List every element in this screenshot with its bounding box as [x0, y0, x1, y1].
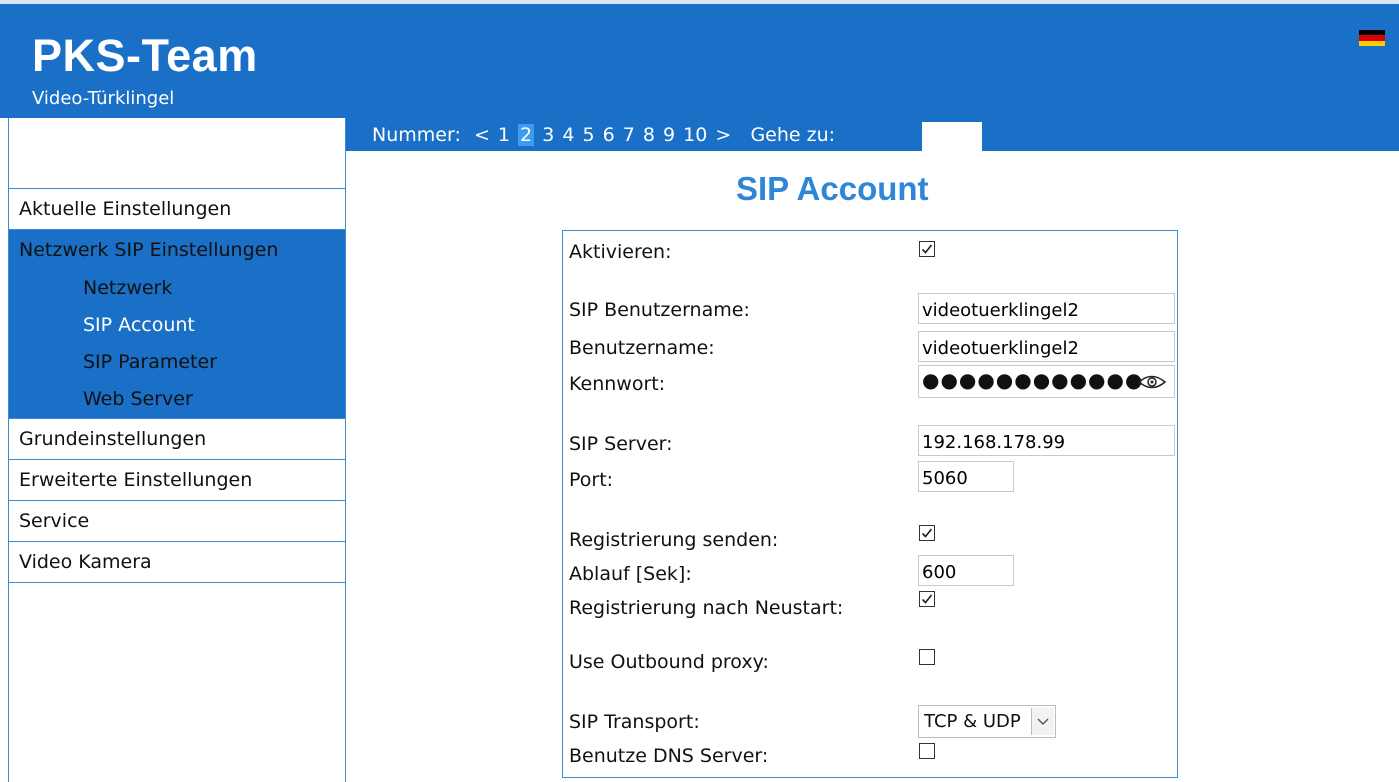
sidebar-item-aktuelle-einstellungen[interactable]: Aktuelle Einstellungen — [9, 189, 345, 230]
number-nav-bar: Nummer: < 1 2 3 4 5 6 7 8 9 10 > Gehe zu… — [346, 118, 1399, 151]
sidebar-subitem-sip-account[interactable]: SIP Account — [9, 307, 345, 344]
sidebar-item-netzwerk-sip-einstellungen[interactable]: Netzwerk SIP Einstellungen — [9, 230, 345, 270]
app-title: PKS-Team — [32, 30, 258, 81]
outbound-proxy-label: Use Outbound proxy: — [569, 651, 769, 673]
expiry-input[interactable] — [918, 555, 1014, 586]
register-after-restart-label: Registrierung nach Neustart: — [569, 597, 844, 619]
outbound-proxy-checkbox[interactable] — [919, 649, 935, 665]
sidebar-subitem-web-server[interactable]: Web Server — [9, 381, 345, 418]
nummer-label: Nummer: — [372, 124, 461, 146]
password-label: Kennwort: — [569, 373, 666, 395]
send-registration-checkbox[interactable] — [919, 525, 935, 541]
send-registration-label: Registrierung senden: — [569, 529, 779, 551]
expiry-label: Ablauf [Sek]: — [569, 563, 692, 585]
sidebar-subitem-netzwerk[interactable]: Netzwerk — [9, 270, 345, 307]
password-dots: ●●●●●●●●●●●● — [922, 368, 1144, 392]
aktivieren-label: Aktivieren: — [569, 241, 672, 263]
goto-input[interactable] — [922, 122, 982, 151]
sidebar-item-grundeinstellungen[interactable]: Grundeinstellungen — [9, 419, 345, 460]
sidebar-item-video-kamera[interactable]: Video Kamera — [9, 542, 345, 583]
nav-number-3[interactable]: 3 — [542, 124, 554, 146]
nav-number-8[interactable]: 8 — [643, 124, 655, 146]
nav-number-4[interactable]: 4 — [562, 124, 574, 146]
nav-prev-button[interactable]: < — [474, 124, 490, 146]
nav-next-button[interactable]: > — [715, 124, 731, 146]
page-title: SIP Account — [736, 170, 929, 207]
sip-username-label: SIP Benutzername: — [569, 299, 750, 321]
eye-icon[interactable] — [1137, 374, 1167, 390]
goto-label: Gehe zu: — [750, 124, 836, 146]
nav-number-5[interactable]: 5 — [582, 124, 594, 146]
checkmark-icon — [921, 528, 933, 538]
nav-number-1[interactable]: 1 — [498, 124, 510, 146]
dns-server-checkbox[interactable] — [919, 743, 935, 759]
nav-number-10[interactable]: 10 — [683, 124, 707, 146]
sidebar-item-erweiterte-einstellungen[interactable]: Erweiterte Einstellungen — [9, 460, 345, 501]
password-field[interactable]: ●●●●●●●●●●●● — [918, 365, 1175, 398]
sip-transport-label: SIP Transport: — [569, 711, 700, 733]
sidebar-item-service[interactable]: Service — [9, 501, 345, 542]
german-flag-icon[interactable] — [1359, 30, 1385, 46]
sip-account-form: Aktivieren: SIP Benutzername: Benutzerna… — [562, 230, 1178, 778]
checkmark-icon — [921, 594, 933, 604]
checkmark-icon — [921, 244, 933, 254]
app-header: PKS-Team Video-Türklingel — [0, 0, 1399, 118]
register-after-restart-checkbox[interactable] — [919, 591, 935, 607]
sidebar-subitem-sip-parameter[interactable]: SIP Parameter — [9, 344, 345, 381]
sip-server-label: SIP Server: — [569, 433, 673, 455]
nav-number-9[interactable]: 9 — [663, 124, 675, 146]
sidebar: Aktuelle Einstellungen Netzwerk SIP Eins… — [8, 118, 346, 782]
sip-transport-select[interactable]: TCP & UDP — [918, 705, 1056, 738]
sip-transport-value: TCP & UDP — [924, 711, 1021, 732]
sidebar-spacer — [9, 118, 345, 189]
nav-number-7[interactable]: 7 — [623, 124, 635, 146]
username-label: Benutzername: — [569, 337, 715, 359]
dns-server-label: Benutze DNS Server: — [569, 745, 769, 767]
sidebar-group-netzwerk-sip: Netzwerk SIP Einstellungen Netzwerk SIP … — [9, 230, 345, 419]
port-label: Port: — [569, 469, 614, 491]
sip-username-input[interactable] — [918, 293, 1175, 324]
aktivieren-checkbox[interactable] — [919, 241, 935, 257]
nav-number-2[interactable]: 2 — [518, 124, 535, 146]
chevron-down-icon[interactable] — [1031, 708, 1054, 735]
username-input[interactable] — [918, 331, 1175, 362]
sip-server-input[interactable] — [918, 425, 1175, 456]
nav-number-6[interactable]: 6 — [603, 124, 615, 146]
app-subtitle: Video-Türklingel — [32, 88, 175, 109]
port-input[interactable] — [918, 461, 1014, 492]
